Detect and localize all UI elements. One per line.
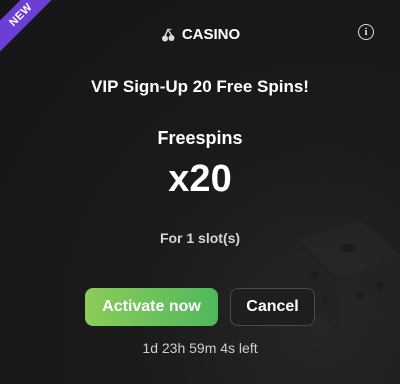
reward-scope: For 1 slot(s) (0, 230, 400, 246)
reward-label: Freespins (0, 128, 400, 149)
activate-button[interactable]: Activate now (85, 288, 218, 326)
cancel-button[interactable]: Cancel (230, 288, 315, 326)
countdown-timer: 1d 23h 59m 4s left (0, 340, 400, 356)
reward-value: x20 (0, 158, 400, 201)
promo-title: VIP Sign-Up 20 Free Spins! (0, 77, 400, 97)
bonus-card: NEW CASINO i VIP Sign-Up 20 Free Spins! … (0, 0, 400, 384)
cherry-icon (160, 27, 176, 43)
info-icon[interactable]: i (358, 24, 374, 40)
action-buttons: Activate now Cancel (0, 288, 400, 326)
category-header: CASINO (0, 26, 400, 43)
category-label: CASINO (182, 26, 240, 43)
